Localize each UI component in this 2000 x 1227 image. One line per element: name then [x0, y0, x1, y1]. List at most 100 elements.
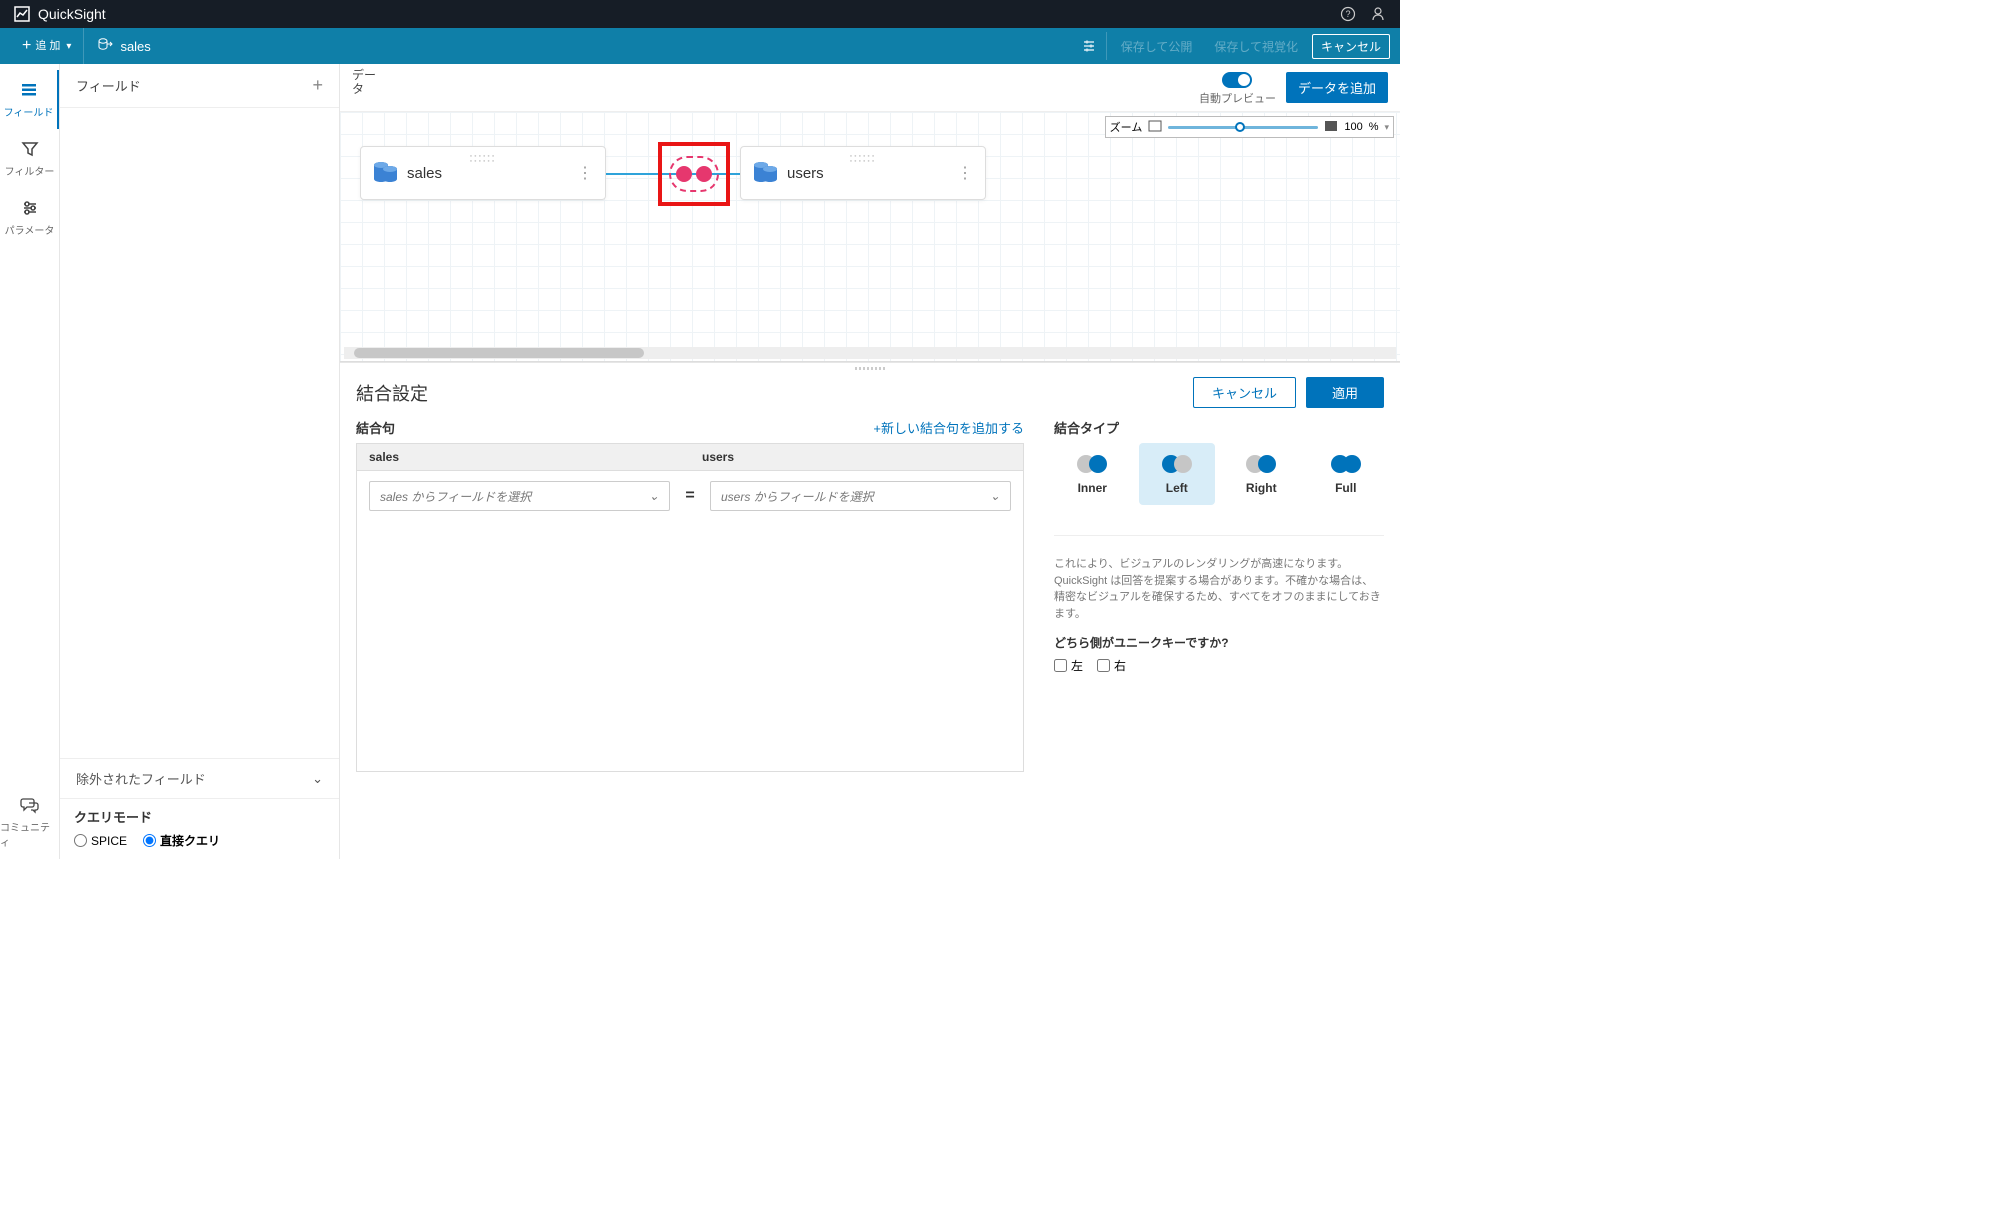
drag-handle-icon[interactable]: ●●●●●●●●●●●● — [470, 153, 497, 163]
database-icon — [751, 159, 779, 187]
right-chk-label: 右 — [1114, 657, 1126, 674]
zoom-label: ズーム — [1110, 119, 1143, 135]
chevron-down-icon: ▾ — [66, 41, 71, 52]
unique-key-question: どちら側がユニークキーですか? — [1054, 634, 1384, 651]
equals-label: = — [680, 487, 700, 505]
left-col-header: sales — [357, 444, 690, 470]
fields-title: フィールド — [76, 76, 141, 95]
unique-left-checkbox[interactable]: 左 — [1054, 657, 1083, 674]
zoom-unit: % — [1369, 121, 1379, 133]
join-types: 結合タイプ Inner Left Right — [1054, 418, 1384, 772]
fields-body — [60, 108, 339, 758]
toolbar: + 追 加 ▾ sales 保存して公開 保存して視覚化 キャンセル — [0, 28, 1400, 64]
nav-rail: フィールド フィルター パラメータ コミュニティ — [0, 64, 60, 859]
node-menu-icon[interactable]: ⋮ — [957, 163, 973, 183]
fields-header: フィールド + — [60, 64, 339, 108]
right-col-header: users — [690, 444, 1023, 470]
chevron-down-icon: ⌄ — [649, 489, 659, 503]
nav-params-label: パラメータ — [5, 222, 55, 237]
right-field-select[interactable]: users からフィールドを選択⌄ — [710, 481, 1011, 511]
nav-fields-label: フィールド — [4, 104, 54, 119]
dataset-name[interactable]: sales — [84, 38, 164, 55]
add-data-button[interactable]: データを追加 — [1286, 72, 1388, 103]
canvas[interactable]: ●●●●●●●●●●●● sales ⋮ ●●●●●●●●●●●● users … — [340, 112, 1400, 361]
left-label: Left — [1166, 481, 1188, 495]
drag-handle-icon[interactable]: ●●●●●●●●●●●● — [850, 153, 877, 163]
zoom-caret-icon[interactable]: ▾ — [1384, 122, 1389, 133]
plus-icon: + — [22, 38, 31, 54]
community-icon — [20, 795, 40, 815]
node-label: users — [787, 165, 824, 182]
clause-header: sales users — [357, 444, 1023, 471]
save-publish-button: 保存して公開 — [1113, 34, 1201, 59]
nav-params[interactable]: パラメータ — [0, 188, 59, 247]
clause-row: sales からフィールドを選択 ⌄ = users からフィールドを選択⌄ — [357, 471, 1023, 521]
inner-label: Inner — [1078, 481, 1107, 495]
join-icon — [669, 156, 719, 192]
direct-label: 直接クエリ — [160, 832, 220, 849]
zoom-slider[interactable] — [1168, 126, 1318, 129]
nav-community[interactable]: コミュニティ — [0, 785, 59, 859]
join-cancel-button[interactable]: キャンセル — [1193, 377, 1296, 408]
dataset-label: sales — [120, 39, 150, 54]
join-indicator[interactable] — [658, 142, 730, 206]
left-field-select[interactable]: sales からフィールドを選択 ⌄ — [369, 481, 670, 511]
quicksight-logo-icon — [14, 6, 30, 22]
join-title: 結合設定 — [356, 380, 428, 406]
fields-panel: フィールド + 除外されたフィールド ⌄ クエリモード SPICE 直接クエリ — [60, 64, 340, 859]
workspace-header: データ 自動プレビュー データを追加 — [340, 64, 1400, 112]
excluded-label: 除外されたフィールド — [76, 769, 206, 788]
data-header-label: データ — [352, 68, 386, 96]
node-label: sales — [407, 165, 442, 182]
brand-name: QuickSight — [38, 6, 106, 22]
zoom-value: 100 — [1344, 121, 1362, 133]
join-type-right[interactable]: Right — [1223, 443, 1300, 505]
unique-right-checkbox[interactable]: 右 — [1097, 657, 1126, 674]
svg-text:?: ? — [1345, 9, 1350, 19]
join-type-left[interactable]: Left — [1139, 443, 1216, 505]
zoom-bar: ズーム 100 % ▾ — [1105, 116, 1394, 138]
node-sales[interactable]: ●●●●●●●●●●●● sales ⋮ — [360, 146, 606, 200]
join-type-inner[interactable]: Inner — [1054, 443, 1131, 505]
horizontal-scrollbar[interactable] — [344, 347, 1396, 359]
add-clause-link[interactable]: +新しい結合句を追加する — [873, 418, 1024, 437]
node-users[interactable]: ●●●●●●●●●●●● users ⋮ — [740, 146, 986, 200]
join-type-full[interactable]: Full — [1308, 443, 1385, 505]
add-label: 追 加 — [35, 41, 60, 51]
spice-radio[interactable]: SPICE — [74, 834, 127, 848]
types-title: 結合タイプ — [1054, 418, 1119, 437]
add-menu-button[interactable]: + 追 加 ▾ — [10, 28, 84, 64]
workspace: データ 自動プレビュー データを追加 ズーム 100 % ▾ — [340, 64, 1400, 859]
nav-filter-label: フィルター — [5, 163, 55, 178]
help-icon[interactable]: ? — [1340, 6, 1356, 22]
cancel-button[interactable]: キャンセル — [1312, 34, 1390, 59]
auto-preview-toggle[interactable] — [1222, 72, 1252, 88]
dataset-icon — [98, 38, 114, 55]
panel-drag-handle[interactable] — [340, 363, 1400, 373]
left-chk-label: 左 — [1071, 657, 1083, 674]
query-mode: クエリモード SPICE 直接クエリ — [60, 798, 339, 859]
excluded-fields-toggle[interactable]: 除外されたフィールド ⌄ — [60, 758, 339, 798]
nav-fields[interactable]: フィールド — [0, 70, 59, 129]
chevron-down-icon: ⌄ — [990, 489, 1000, 503]
query-mode-label: クエリモード — [74, 807, 325, 826]
brand: QuickSight — [14, 6, 106, 22]
fit-icon[interactable] — [1148, 120, 1162, 135]
direct-radio[interactable]: 直接クエリ — [143, 832, 220, 849]
canvas-wrap: ズーム 100 % ▾ ●●●●●●●●●●●● sales ⋮ — [340, 112, 1400, 362]
settings-icon[interactable] — [1079, 32, 1107, 60]
nav-filter[interactable]: フィルター — [0, 129, 59, 188]
nav-community-label: コミュニティ — [0, 819, 59, 849]
fields-icon — [19, 80, 39, 100]
filter-icon — [20, 139, 40, 159]
left-placeholder: sales からフィールドを選択 — [380, 488, 531, 505]
save-visualize-button: 保存して視覚化 — [1206, 34, 1306, 59]
zoom-actual-icon[interactable] — [1324, 120, 1338, 135]
node-menu-icon[interactable]: ⋮ — [577, 163, 593, 183]
auto-preview-label: 自動プレビュー — [1199, 90, 1276, 106]
join-apply-button[interactable]: 適用 — [1306, 377, 1384, 408]
database-icon — [371, 159, 399, 187]
add-field-icon[interactable]: + — [312, 75, 323, 96]
user-icon[interactable] — [1370, 6, 1386, 22]
right-label: Right — [1246, 481, 1277, 495]
